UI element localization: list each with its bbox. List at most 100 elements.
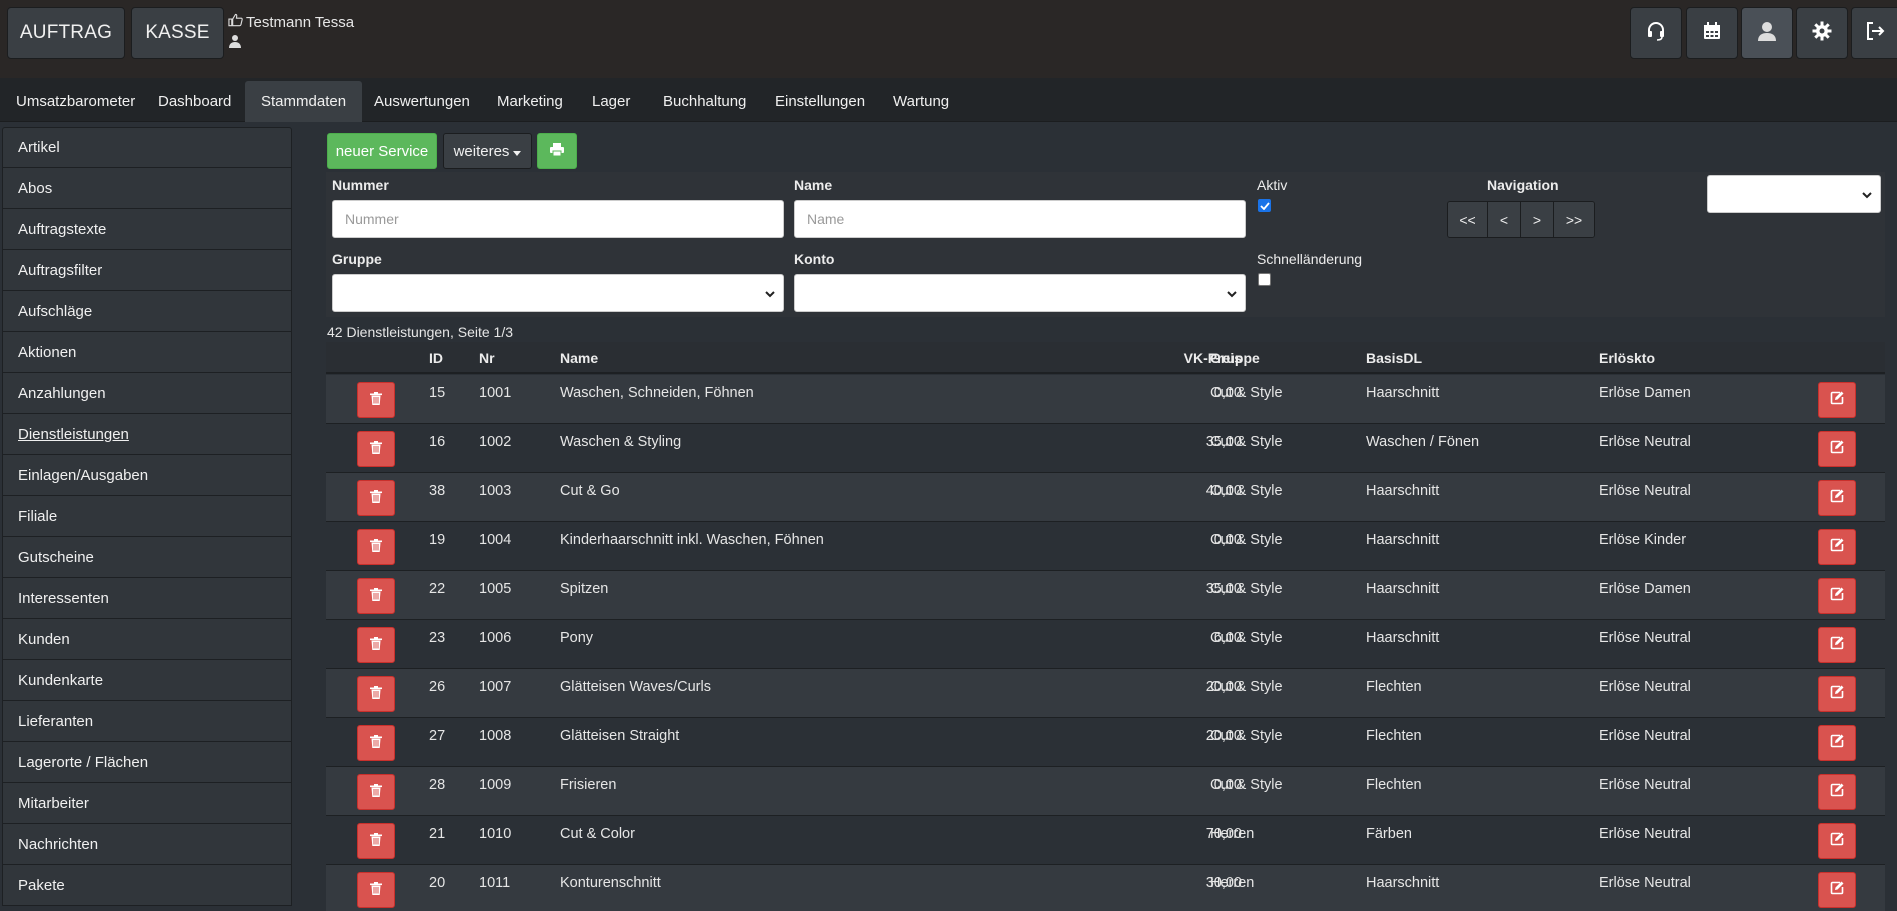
tab-dashboard[interactable]: Dashboard: [142, 81, 247, 122]
delete-button[interactable]: [357, 725, 395, 761]
sidebar-item-pakete[interactable]: Pakete: [2, 865, 292, 906]
konto-select[interactable]: [794, 274, 1246, 312]
cell-erloeskto: Erlöse Neutral: [1599, 483, 1691, 499]
cell-id: 21: [429, 826, 446, 842]
tab-buchhaltung[interactable]: Buchhaltung: [647, 81, 762, 122]
auftrag-button[interactable]: AUFTRAG: [7, 7, 125, 59]
gruppe-select[interactable]: [332, 274, 784, 312]
tab-wartung[interactable]: Wartung: [877, 81, 965, 122]
kasse-button[interactable]: KASSE: [131, 7, 224, 59]
nummer-input[interactable]: Nummer: [332, 200, 784, 238]
col-id[interactable]: ID: [429, 350, 443, 366]
table-row[interactable]: 19 1004 Kinderhaarschnitt inkl. Waschen, F…: [326, 522, 1885, 571]
first-page-button[interactable]: <<: [1448, 202, 1488, 237]
sidebar-item-dienstleistungen[interactable]: Dienstleistungen: [2, 414, 292, 455]
col-name[interactable]: Name: [560, 350, 598, 366]
print-button[interactable]: [537, 133, 577, 169]
table-row[interactable]: 27 1008 Glätteisen Straight 20,00 Cut & Styl…: [326, 718, 1885, 767]
name-input[interactable]: Name: [794, 200, 1246, 238]
edit-button[interactable]: [1818, 529, 1856, 565]
sidebar-item-abos[interactable]: Abos: [2, 168, 292, 209]
delete-button[interactable]: [357, 627, 395, 663]
edit-button[interactable]: [1818, 823, 1856, 859]
table-row[interactable]: 23 1006 Pony 6,00 Cut & Style Haarschnitt Erlö…: [326, 620, 1885, 669]
table-row[interactable]: 21 1010 Cut & Color 70,00 Herren Färben Erlöse…: [326, 816, 1885, 865]
table-row[interactable]: 38 1003 Cut & Go 40,00 Cut & Style Haarschnit…: [326, 473, 1885, 522]
sidebar-item-gutscheine[interactable]: Gutscheine: [2, 537, 292, 578]
delete-button[interactable]: [357, 529, 395, 565]
new-service-button[interactable]: neuer Service: [327, 133, 437, 169]
sidebar-item-label: Lieferanten: [18, 712, 94, 730]
sidebar-item-anzahlungen[interactable]: Anzahlungen: [2, 373, 292, 414]
edit-icon: [1830, 734, 1844, 752]
sidebar-item-filiale[interactable]: Filiale: [2, 496, 292, 537]
delete-button[interactable]: [357, 774, 395, 810]
delete-button[interactable]: [357, 480, 395, 516]
prev-page-button[interactable]: <: [1488, 202, 1521, 237]
cell-gruppe: Cut & Style: [1210, 777, 1283, 793]
sidebar-item-nachrichten[interactable]: Nachrichten: [2, 824, 292, 865]
sidebar-item-artikel[interactable]: Artikel: [2, 127, 292, 168]
edit-button[interactable]: [1818, 872, 1856, 908]
col-gruppe[interactable]: Gruppe: [1210, 350, 1260, 366]
sidebar-item-lieferanten[interactable]: Lieferanten: [2, 701, 292, 742]
edit-button[interactable]: [1818, 480, 1856, 516]
more-dropdown-button[interactable]: weiteres: [443, 133, 532, 169]
sidebar: Artikel Abos Auftragstexte Auftragsfilte…: [2, 127, 292, 906]
support-button[interactable]: [1630, 7, 1682, 59]
schnellaenderung-checkbox[interactable]: [1258, 273, 1271, 286]
cell-erloeskto: Erlöse Damen: [1599, 385, 1691, 401]
tab-stammdaten[interactable]: Stammdaten: [245, 81, 363, 122]
tab-marketing[interactable]: Marketing: [481, 81, 579, 122]
profile-button[interactable]: [1741, 7, 1793, 59]
sidebar-item-aktionen[interactable]: Aktionen: [2, 332, 292, 373]
table-row[interactable]: 20 1011 Konturenschnitt 30,00 Herren Haarschn…: [326, 865, 1885, 911]
tab-umsatzbarometer[interactable]: Umsatzbarometer: [0, 81, 151, 122]
edit-button[interactable]: [1818, 382, 1856, 418]
delete-button[interactable]: [357, 578, 395, 614]
table-row[interactable]: 15 1001 Waschen, Schneiden, Föhnen 0,00 Cut …: [326, 375, 1885, 424]
page-size-select[interactable]: [1707, 175, 1881, 213]
col-basisdl[interactable]: BasisDL: [1366, 350, 1422, 366]
cell-gruppe: Herren: [1210, 875, 1255, 891]
aktiv-checkbox[interactable]: [1258, 199, 1271, 212]
sidebar-item-auftragstexte[interactable]: Auftragstexte: [2, 209, 292, 250]
sidebar-item-interessenten[interactable]: Interessenten: [2, 578, 292, 619]
col-nr[interactable]: Nr: [479, 350, 495, 366]
delete-button[interactable]: [357, 872, 395, 908]
edit-button[interactable]: [1818, 676, 1856, 712]
edit-button[interactable]: [1818, 774, 1856, 810]
trash-icon: [370, 489, 382, 507]
last-page-button[interactable]: >>: [1554, 202, 1594, 237]
settings-button[interactable]: [1796, 7, 1848, 59]
current-user[interactable]: Testmann Tessa: [228, 13, 354, 31]
edit-button[interactable]: [1818, 627, 1856, 663]
table-row[interactable]: 26 1007 Glätteisen Waves/Curls 20,00 Cut & S…: [326, 669, 1885, 718]
sidebar-item-aufschlaege[interactable]: Aufschläge: [2, 291, 292, 332]
edit-button[interactable]: [1818, 578, 1856, 614]
table-row[interactable]: 28 1009 Frisieren 0,00 Cut & Style Flechten Er…: [326, 767, 1885, 816]
sidebar-item-einlagen-ausgaben[interactable]: Einlagen/Ausgaben: [2, 455, 292, 496]
delete-button[interactable]: [357, 676, 395, 712]
col-erloeskto[interactable]: Erlöskto: [1599, 350, 1655, 366]
calendar-button[interactable]: [1686, 7, 1738, 59]
logout-button[interactable]: [1851, 7, 1897, 59]
tab-einstellungen[interactable]: Einstellungen: [759, 81, 881, 122]
edit-button[interactable]: [1818, 431, 1856, 467]
sidebar-item-auftragsfilter[interactable]: Auftragsfilter: [2, 250, 292, 291]
table-row[interactable]: 22 1005 Spitzen 35,00 Cut & Style Haarschnitt…: [326, 571, 1885, 620]
sidebar-item-lagerorte[interactable]: Lagerorte / Flächen: [2, 742, 292, 783]
tab-auswertungen[interactable]: Auswertungen: [358, 81, 486, 122]
sidebar-item-kundenkarte[interactable]: Kundenkarte: [2, 660, 292, 701]
sidebar-item-mitarbeiter[interactable]: Mitarbeiter: [2, 783, 292, 824]
cell-basisdl: Haarschnitt: [1366, 385, 1440, 401]
delete-button[interactable]: [357, 823, 395, 859]
sidebar-item-label: Abos: [18, 179, 53, 197]
next-page-button[interactable]: >: [1521, 202, 1554, 237]
edit-button[interactable]: [1818, 725, 1856, 761]
table-row[interactable]: 16 1002 Waschen & Styling 35,00 Cut & Style W…: [326, 424, 1885, 473]
delete-button[interactable]: [357, 382, 395, 418]
tab-lager[interactable]: Lager: [576, 81, 646, 122]
delete-button[interactable]: [357, 431, 395, 467]
sidebar-item-kunden[interactable]: Kunden: [2, 619, 292, 660]
